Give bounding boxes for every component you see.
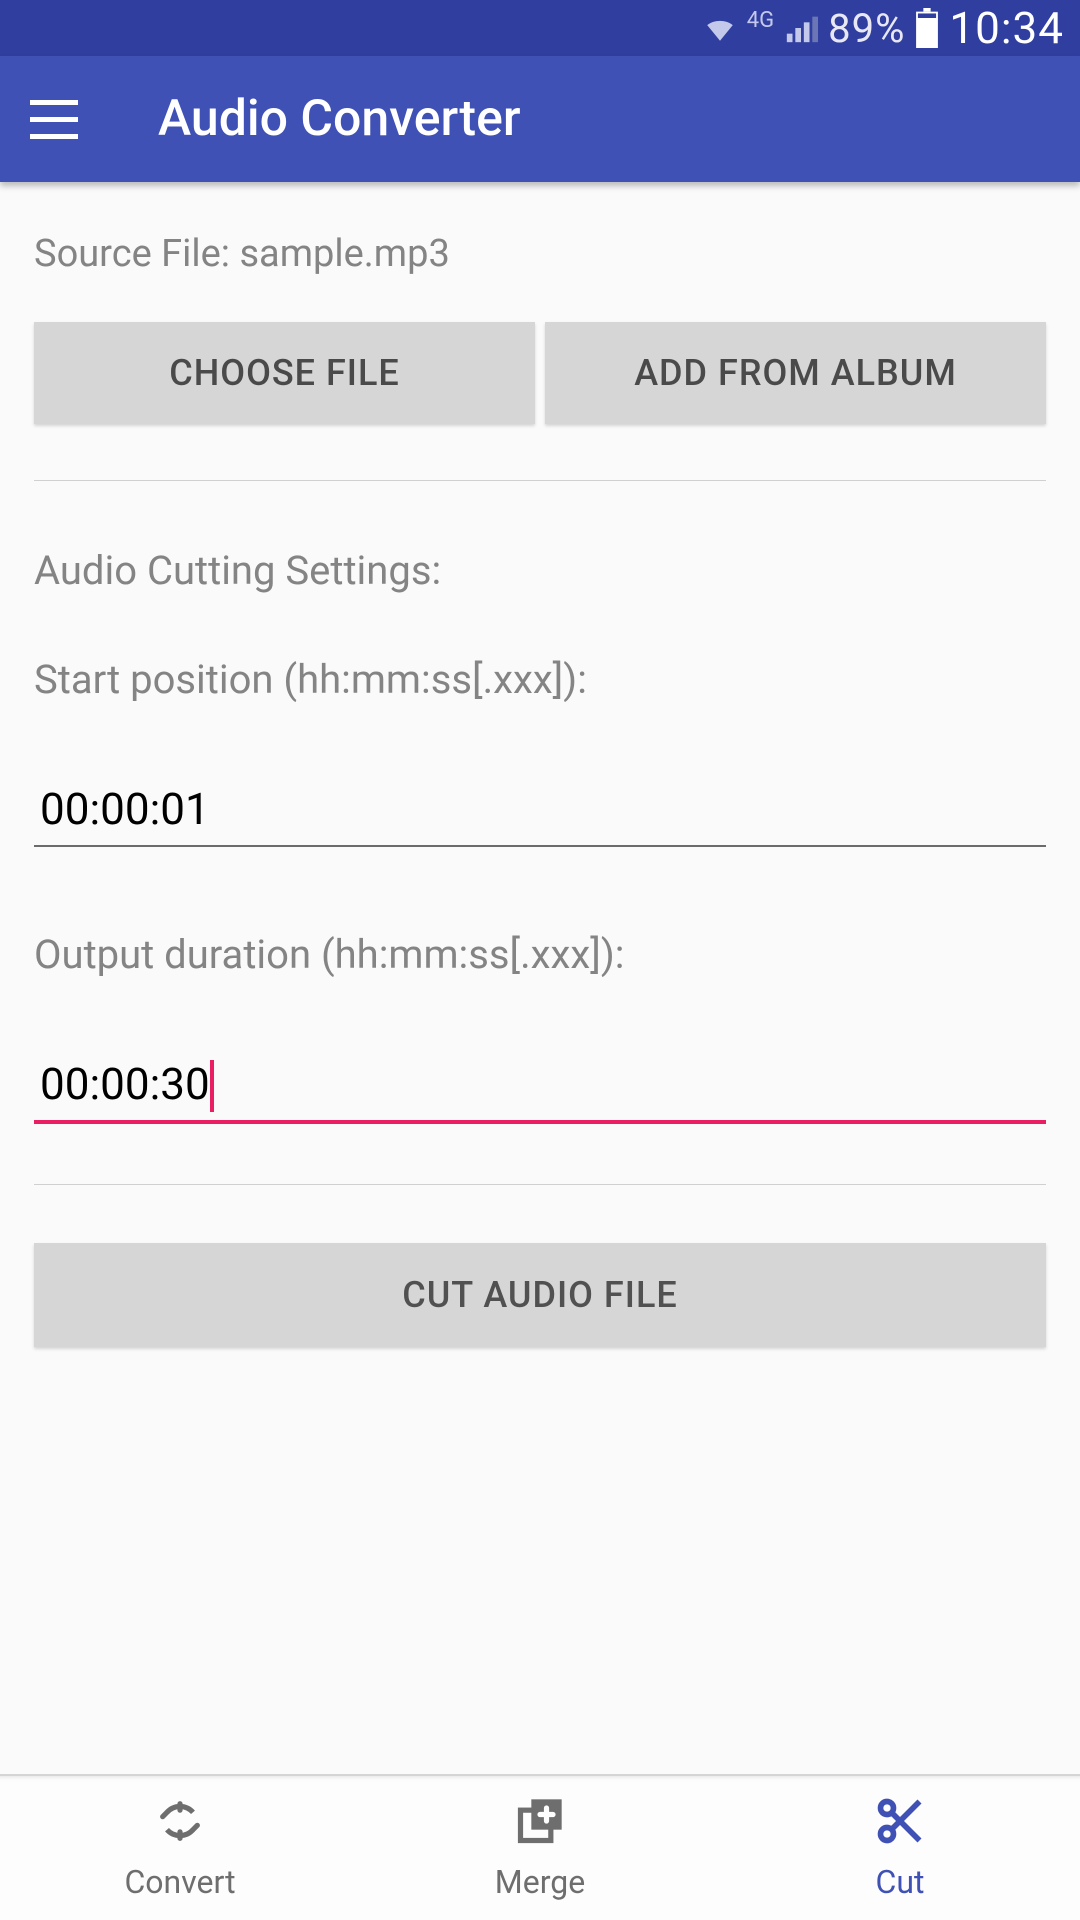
source-prefix: Source File: [34, 232, 239, 276]
text-caret [210, 1060, 214, 1112]
nav-label: Merge [495, 1863, 585, 1901]
nav-label: Convert [124, 1863, 235, 1901]
divider [34, 1184, 1046, 1185]
convert-icon [154, 1795, 206, 1855]
battery-percent: 89% [828, 5, 905, 52]
cutting-settings-heading: Audio Cutting Settings: [34, 547, 1046, 594]
battery-icon [915, 8, 939, 48]
merge-icon [514, 1795, 566, 1855]
status-bar: 4G 89% 10:34 [0, 0, 1080, 56]
source-file-label: Source File: sample.mp3 [34, 232, 1046, 276]
app-title: Audio Converter [158, 90, 521, 148]
output-duration-input[interactable] [34, 1058, 1046, 1124]
divider [34, 480, 1046, 481]
nav-label: Cut [876, 1863, 925, 1901]
cell-signal-icon [784, 11, 818, 45]
nav-cut[interactable]: Cut [720, 1776, 1080, 1920]
start-position-label: Start position (hh:mm:ss[.xxx]): [34, 656, 1046, 703]
network-type-label: 4G [747, 8, 774, 33]
cut-audio-button[interactable]: CUT AUDIO FILE [34, 1243, 1046, 1347]
cut-icon [874, 1795, 926, 1855]
source-filename: sample.mp3 [239, 232, 449, 276]
menu-icon[interactable] [30, 91, 86, 147]
choose-file-button[interactable]: CHOOSE FILE [34, 322, 535, 424]
clock: 10:34 [949, 2, 1064, 54]
nav-convert[interactable]: Convert [0, 1776, 360, 1920]
main-content: Source File: sample.mp3 CHOOSE FILE ADD … [0, 182, 1080, 1347]
nav-merge[interactable]: Merge [360, 1776, 720, 1920]
wifi-icon [703, 11, 737, 45]
bottom-nav: Convert Merge Cut [0, 1774, 1080, 1920]
app-bar: Audio Converter [0, 56, 1080, 182]
output-duration-label: Output duration (hh:mm:ss[.xxx]): [34, 931, 1046, 978]
add-from-album-button[interactable]: ADD FROM ALBUM [545, 322, 1046, 424]
start-position-input[interactable] [34, 783, 1046, 847]
